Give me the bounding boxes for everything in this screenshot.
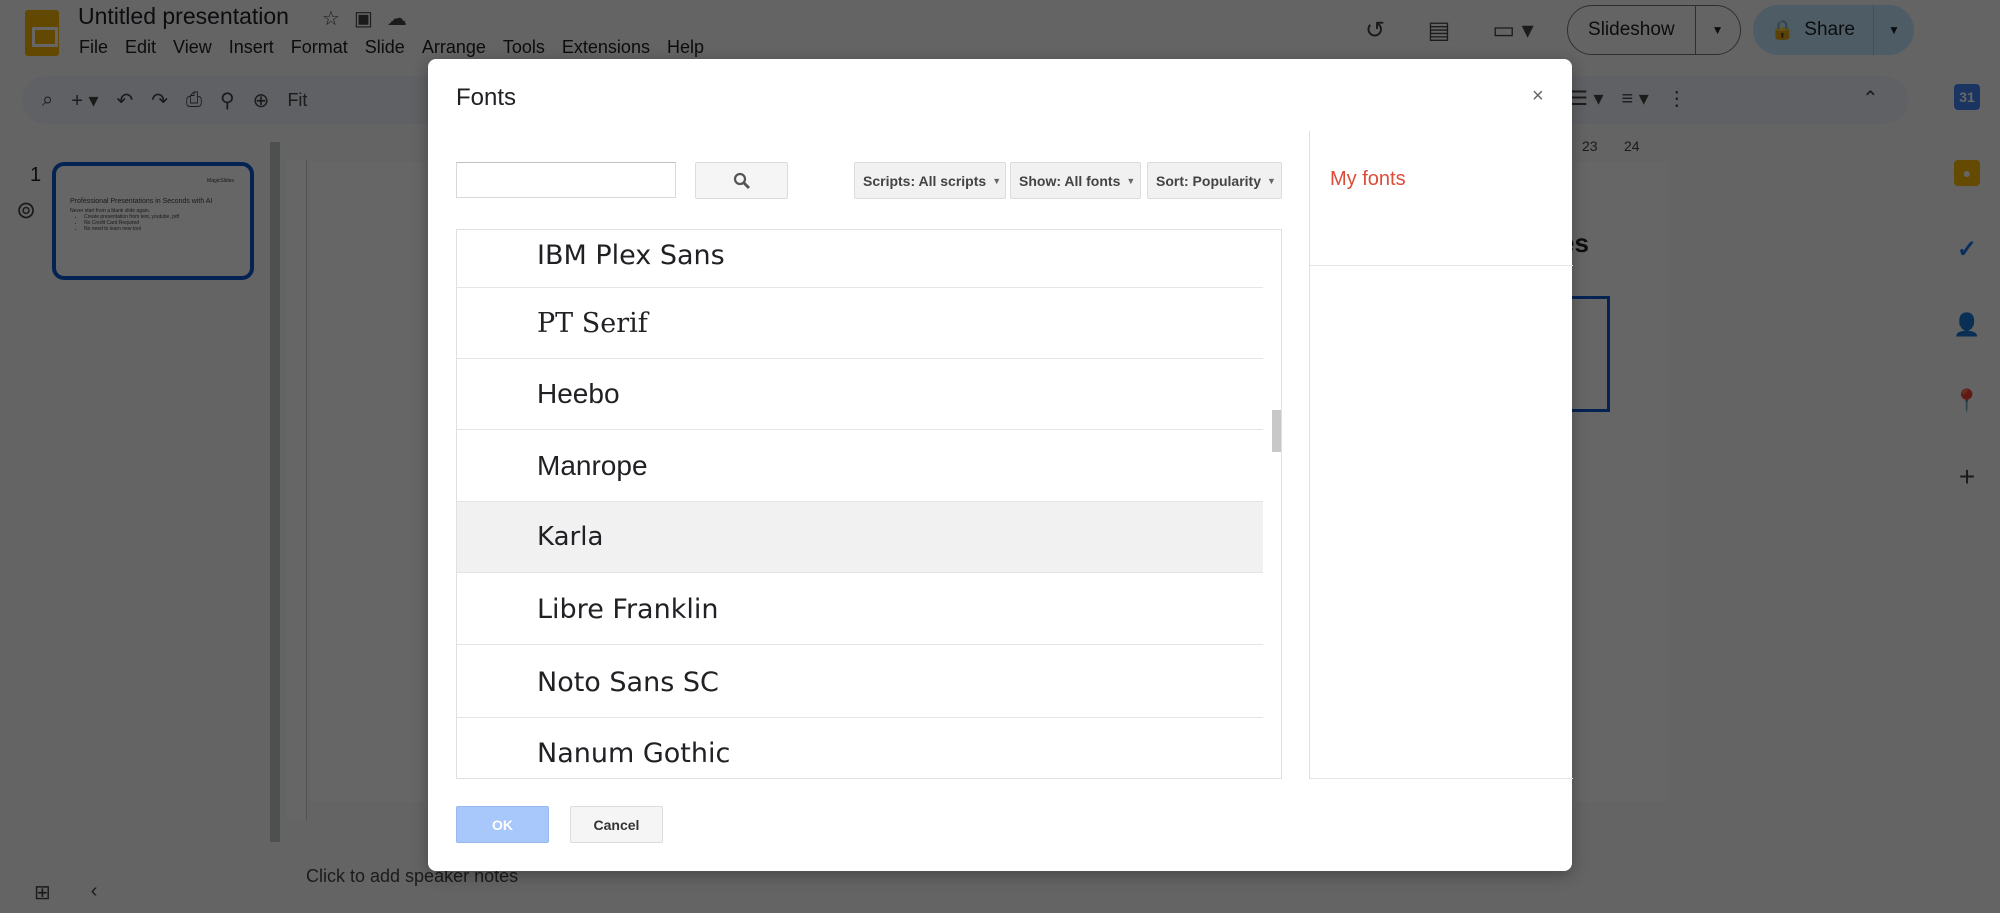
show-filter-dropdown[interactable]: Show: All fonts ▼	[1010, 162, 1141, 199]
ok-button[interactable]: OK	[456, 806, 549, 843]
scripts-filter-dropdown[interactable]: Scripts: All scripts ▼	[854, 162, 1006, 199]
chevron-down-icon: ▼	[1126, 175, 1136, 186]
search-button[interactable]	[695, 162, 788, 199]
font-item-highlighted[interactable]: Karla	[457, 502, 1263, 573]
font-item[interactable]: PT Serif	[457, 288, 1263, 359]
sort-label: Sort: Popularity	[1156, 172, 1262, 189]
scrollbar-thumb[interactable]	[1272, 410, 1281, 452]
font-name: Nanum Gothic	[537, 737, 731, 769]
divider	[1310, 265, 1573, 266]
search-icon	[733, 172, 750, 189]
close-icon[interactable]: ×	[1532, 85, 1544, 108]
fonts-dialog: Fonts × Scripts: All scripts ▼ Show: All …	[428, 59, 1573, 871]
chevron-down-icon: ▼	[1267, 175, 1276, 186]
my-fonts-panel: My fonts	[1309, 131, 1573, 779]
font-search-input[interactable]	[456, 162, 676, 198]
font-name: IBM Plex Sans	[537, 240, 725, 271]
chevron-down-icon: ▼	[992, 175, 1002, 186]
font-list-scrollbar[interactable]	[1270, 230, 1281, 778]
divider	[1310, 778, 1573, 779]
font-name: Noto Sans SC	[537, 666, 719, 698]
font-item[interactable]: Nanum Gothic	[457, 718, 1263, 778]
dialog-title: Fonts	[456, 84, 517, 111]
font-name: PT Serif	[537, 307, 648, 339]
font-item[interactable]: Heebo	[457, 359, 1263, 430]
font-name: Karla	[537, 522, 604, 552]
show-filter-label: Show: All fonts	[1019, 172, 1121, 189]
font-item[interactable]: Noto Sans SC	[457, 647, 1263, 718]
font-item[interactable]: Libre Franklin	[457, 574, 1263, 645]
font-name: Manrope	[537, 450, 648, 481]
scripts-filter-label: Scripts: All scripts	[863, 172, 987, 189]
my-fonts-title: My fonts	[1330, 168, 1406, 190]
font-name: Heebo	[537, 378, 620, 409]
font-item[interactable]: IBM Plex Sans	[457, 230, 1263, 288]
font-list: IBM Plex Sans PT Serif Heebo Manrope Kar…	[456, 229, 1282, 779]
font-name: Libre Franklin	[537, 593, 719, 625]
cancel-button[interactable]: Cancel	[570, 806, 663, 843]
sort-dropdown[interactable]: Sort: Popularity ▼	[1147, 162, 1282, 199]
font-item[interactable]: Manrope	[457, 431, 1263, 502]
